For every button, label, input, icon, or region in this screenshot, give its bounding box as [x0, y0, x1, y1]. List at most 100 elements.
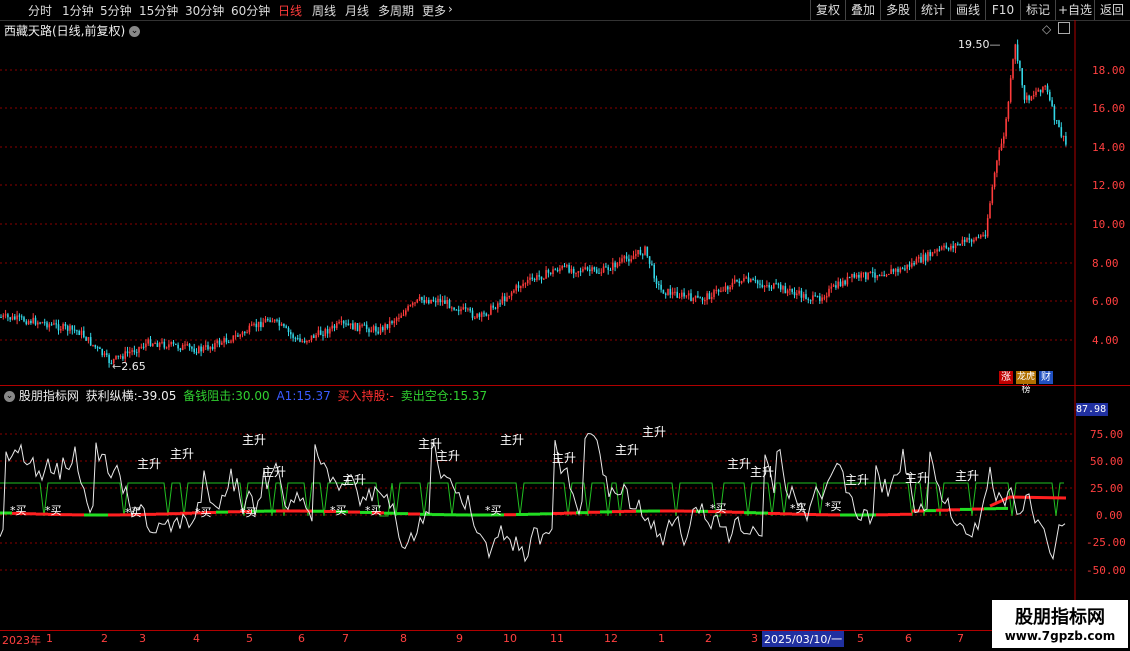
current-value-tag: 87.98 — [1076, 403, 1108, 416]
statistics-button[interactable]: 统计 — [915, 0, 950, 20]
candle-body — [9, 317, 11, 320]
indicator-tick: -50.00 — [1086, 564, 1126, 577]
candle-body — [973, 239, 975, 242]
candle-body — [165, 347, 168, 349]
time-label: 2 — [101, 632, 108, 645]
overlay-button[interactable]: 叠加 — [845, 0, 880, 20]
tab-60min[interactable]: 60分钟 — [231, 2, 270, 19]
indicator-tick: 75.00 — [1090, 428, 1124, 441]
candle-body — [729, 287, 731, 290]
candle-body — [913, 262, 915, 265]
candle-body — [837, 281, 839, 288]
candle-body — [832, 285, 835, 287]
candle-body — [69, 325, 71, 331]
finance-badge[interactable]: 财 — [1039, 371, 1053, 384]
candle-body — [779, 284, 782, 290]
mark-button[interactable]: 标记 — [1020, 0, 1055, 20]
candle-body — [825, 296, 828, 298]
candle-body — [717, 289, 720, 292]
candle-body — [195, 352, 198, 354]
candle-body — [411, 302, 414, 306]
candle-body — [4, 314, 7, 316]
candle-body — [579, 271, 582, 273]
candle-body — [101, 348, 103, 356]
candle-body — [1037, 89, 1040, 92]
candle-body — [317, 330, 320, 336]
candle-body — [899, 268, 902, 272]
candle-body — [917, 256, 920, 259]
candle-body — [487, 314, 490, 316]
draw-line-button[interactable]: 画线 — [950, 0, 985, 20]
candle-body — [980, 235, 982, 238]
candle-body — [158, 342, 161, 347]
tab-30min[interactable]: 30分钟 — [185, 2, 224, 19]
tab-multi-period[interactable]: 多周期 — [378, 2, 414, 19]
chevron-right-icon[interactable]: › — [448, 2, 453, 16]
candle-body — [287, 327, 290, 333]
candle-body — [386, 324, 389, 329]
restore-rights-button[interactable]: 复权 — [810, 0, 845, 20]
tab-5min[interactable]: 5分钟 — [100, 2, 132, 19]
candle-body — [209, 346, 212, 350]
candle-body — [1058, 120, 1060, 128]
tab-1min[interactable]: 1分钟 — [62, 2, 94, 19]
dragon-tiger-badge[interactable]: 龙虎榜 — [1016, 371, 1036, 395]
indicator-chart[interactable]: 主升主升主升主升主升主升主升主升主升主升主升主升主升主升 主升 主升*买 *买 *买 *买… — [0, 386, 1130, 630]
price-gridlines — [0, 69, 1075, 341]
candle-body — [830, 286, 833, 289]
candle-body — [655, 278, 658, 284]
candle-body — [181, 345, 184, 351]
candle-body — [352, 323, 354, 330]
candle-body — [338, 322, 340, 324]
candle-body — [931, 252, 934, 257]
candle-body — [172, 342, 175, 344]
add-watchlist-button[interactable]: +自选 — [1055, 0, 1094, 20]
tab-daily[interactable]: 日线 — [278, 2, 302, 19]
candle-body — [66, 326, 69, 331]
candle-body — [692, 298, 695, 302]
f10-button[interactable]: F10 — [985, 0, 1020, 20]
back-button[interactable]: 返回 — [1094, 0, 1129, 20]
candle-body — [871, 271, 874, 273]
candle-body — [204, 345, 207, 347]
candle-body — [991, 187, 994, 204]
tab-15min[interactable]: 15分钟 — [139, 2, 178, 19]
candle-body — [253, 323, 255, 325]
candle-body — [575, 272, 577, 274]
candlestick-chart[interactable] — [0, 20, 1130, 385]
candle-body — [55, 323, 57, 325]
tab-more[interactable]: 更多 — [422, 2, 446, 19]
candle-body — [678, 296, 681, 298]
candle-body — [430, 299, 432, 304]
candle-body — [986, 218, 989, 237]
candle-body — [761, 284, 764, 288]
candle-body — [975, 237, 977, 240]
tab-fenshi[interactable]: 分时 — [28, 2, 52, 19]
tab-monthly[interactable]: 月线 — [345, 2, 369, 19]
candle-body — [540, 276, 543, 280]
candle-body — [478, 313, 481, 317]
candle-body — [839, 281, 842, 287]
candle-body — [34, 317, 37, 325]
tab-weekly[interactable]: 周线 — [312, 2, 336, 19]
candle-body — [809, 300, 812, 302]
limit-up-badge[interactable]: 涨 — [999, 371, 1013, 384]
candle-body — [667, 288, 669, 295]
candle-body — [943, 245, 945, 248]
multi-stock-button[interactable]: 多股 — [880, 0, 915, 20]
candle-body — [538, 275, 540, 277]
indicator-tick: -25.00 — [1086, 536, 1126, 549]
candle-body — [303, 340, 306, 343]
candle-body — [892, 269, 895, 272]
candle-body — [731, 282, 734, 288]
candle-body — [993, 172, 996, 188]
candle-body — [1062, 135, 1065, 137]
candle-body — [844, 280, 846, 285]
candle-body — [549, 272, 552, 275]
candle-body — [453, 307, 455, 310]
candle-body — [377, 331, 379, 334]
candle-body — [531, 277, 534, 280]
candle-body — [147, 339, 149, 344]
candle-body — [1007, 101, 1010, 119]
candle-body — [306, 340, 308, 343]
